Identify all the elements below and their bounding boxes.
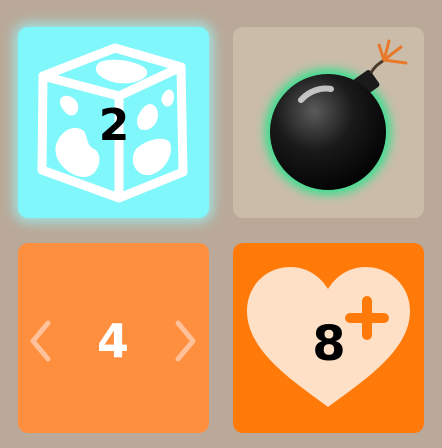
chevron-right-icon[interactable] xyxy=(168,318,202,364)
bomb-icon xyxy=(265,39,408,195)
level-stepper-tile: 4 xyxy=(18,243,209,433)
chevron-left-icon[interactable] xyxy=(24,318,58,364)
bomb-powerup-tile[interactable] xyxy=(233,27,424,218)
ice-powerup-tile[interactable]: 2 xyxy=(18,27,209,218)
heart-count: 8 xyxy=(312,316,346,372)
extra-life-tile[interactable]: 8 xyxy=(233,243,424,433)
stepper-value: 4 xyxy=(96,314,130,368)
ice-count: 2 xyxy=(98,100,130,151)
